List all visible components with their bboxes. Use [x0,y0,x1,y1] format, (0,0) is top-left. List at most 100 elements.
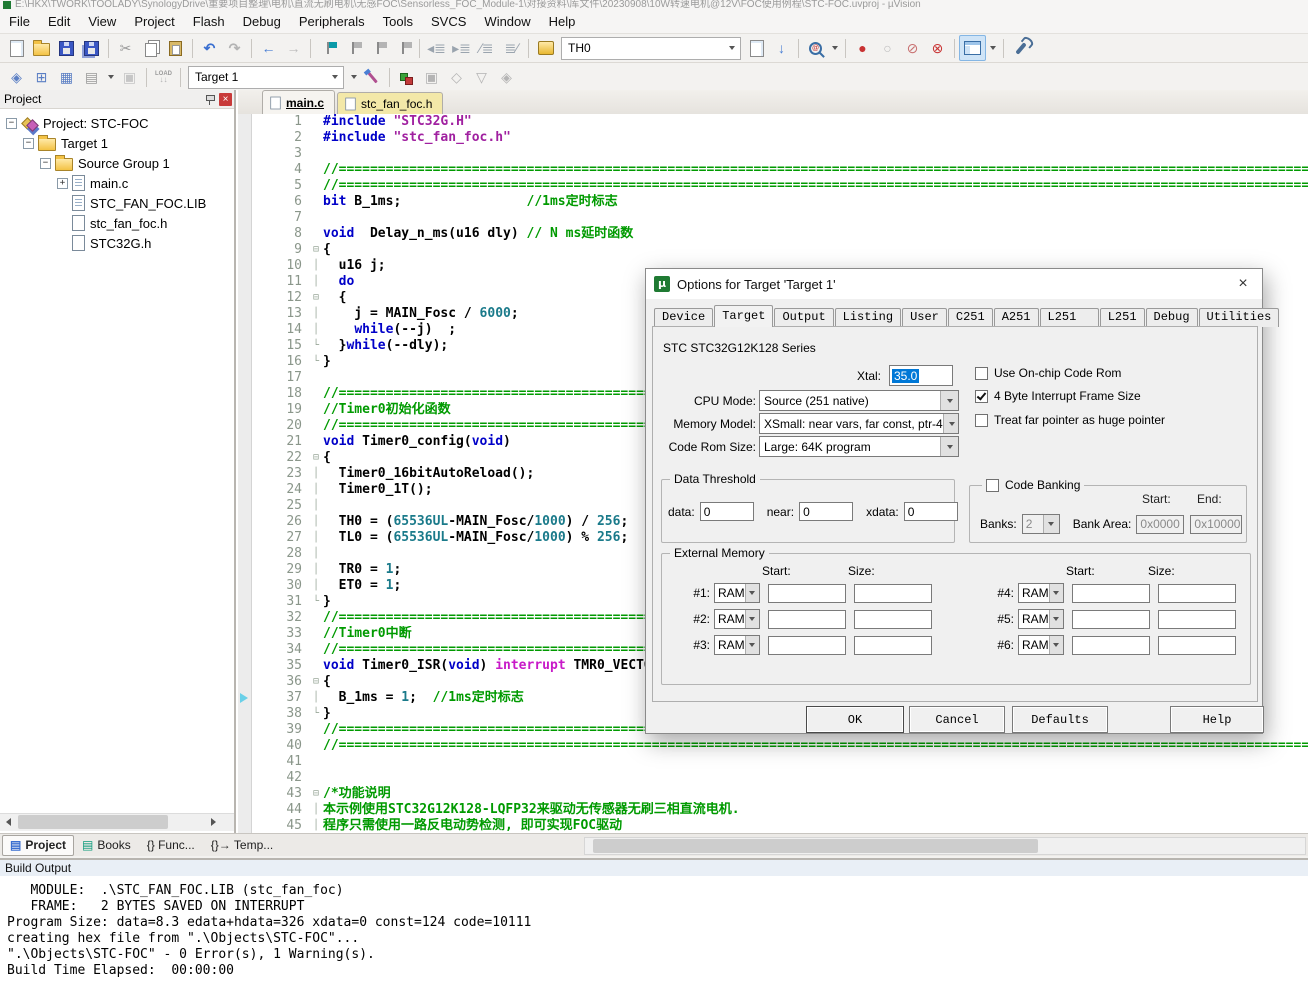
manage-project-items-icon[interactable] [394,65,419,89]
chevron-down-icon[interactable] [940,437,958,456]
project-horizontal-scrollbar[interactable] [0,813,234,831]
fold-marker[interactable]: ⊟ [309,674,323,690]
memory-start-input[interactable] [768,610,846,629]
code-text[interactable] [323,146,1308,162]
chevron-down-icon[interactable] [745,636,759,654]
options-for-target-icon[interactable] [360,65,385,89]
dialog-button-cancel[interactable]: Cancel [909,706,1005,733]
close-icon[interactable]: × [219,93,232,106]
disable-breakpoints-icon[interactable]: ⊘ [900,36,925,60]
memory-type-select[interactable]: RAM [714,583,760,603]
navigate-forward-icon[interactable]: → [281,36,306,60]
memory-type-select[interactable]: RAM [1018,609,1064,629]
code-text[interactable]: #include "STC32G.H" [323,114,1308,130]
tree-item-main-c[interactable]: +main.c [0,173,234,193]
menu-window[interactable]: Window [475,10,539,33]
bookmark-toggle-icon[interactable] [315,36,340,60]
checkbox-icon[interactable] [986,479,999,492]
bookmark-next-icon[interactable] [365,36,390,60]
panel-tab-books[interactable]: ▤Books [74,835,139,856]
editor-tab-main-c[interactable]: main.c [262,90,335,114]
translate-icon[interactable]: ◈ [4,65,29,89]
fold-marker[interactable]: ⊟ [309,290,323,306]
scroll-left-icon[interactable] [0,814,17,830]
enable-breakpoint-icon[interactable]: ○ [875,36,900,60]
chevron-down-icon[interactable] [745,610,759,628]
code-text[interactable]: /*功能说明 [323,786,1308,802]
window-cascade-icon[interactable]: ▣ [419,65,444,89]
uncomment-icon[interactable]: ≣∕ [499,36,524,60]
memory-size-input[interactable] [1158,584,1236,603]
checkbox-icon[interactable] [975,414,988,427]
tree-item-target-1[interactable]: −Target 1 [0,133,234,153]
tree-item-stc-fan-foc-h[interactable]: stc_fan_foc.h [0,213,234,233]
configure-breakpoints-icon[interactable] [533,36,558,60]
chevron-down-icon[interactable] [724,38,740,59]
tree-expander[interactable]: − [40,158,51,169]
stop-build-icon[interactable]: ▣ [117,65,142,89]
tree-expander[interactable]: − [23,138,34,149]
chevron-down-icon[interactable] [940,391,958,410]
dialog-tab-l251-locate[interactable]: L251 Locate [1040,308,1099,327]
dialog-button-help[interactable]: Help [1170,706,1264,733]
code-text[interactable]: bit B_1ms; //1ms定时标志 [323,194,1308,210]
code-text[interactable] [323,210,1308,226]
dialog-tab-target[interactable]: Target [714,305,773,327]
scroll-right-icon[interactable] [205,814,222,830]
far-pointer-checkbox[interactable]: Treat far pointer as huge pointer [975,413,1165,427]
tree-expander[interactable]: − [6,118,17,129]
chevron-down-icon[interactable] [1049,610,1063,628]
download-icon[interactable]: LOAD [151,65,176,89]
panel-tab-func[interactable]: {} Func... [139,835,203,856]
redo-icon[interactable]: ↷ [222,36,247,60]
find-in-files-icon[interactable] [803,36,828,60]
code-text[interactable]: 程序只需使用一路反电动势检测, 即可实现FOC驱动 [323,818,1308,833]
checkbox-checked-icon[interactable] [975,390,988,403]
chevron-down-icon[interactable] [1049,584,1063,602]
panel-tab-temp[interactable]: {}→ Temp... [203,835,281,856]
dialog-tab-output[interactable]: Output [774,308,833,327]
panel-tab-project[interactable]: ▤Project [2,835,74,856]
use-onchip-rom-checkbox[interactable]: Use On-chip Code Rom [975,366,1121,380]
memory-model-select[interactable]: XSmall: near vars, far const, ptr-4 [759,413,959,434]
interrupt-frame-checkbox[interactable]: 4 Byte Interrupt Frame Size [975,389,1141,403]
batch-build-dropdown[interactable] [104,66,117,88]
dialog-close-icon[interactable]: × [1232,275,1254,293]
chevron-down-icon[interactable] [327,67,343,88]
tree-item-project-stc-foc[interactable]: −Project: STC-FOC [0,113,234,133]
fold-marker[interactable]: ⊟ [309,786,323,802]
dialog-tab-device[interactable]: Device [654,308,713,327]
menu-help[interactable]: Help [540,10,585,33]
component-viewer-icon[interactable]: ◇ [444,65,469,89]
tree-item-stc32g-h[interactable]: STC32G.h [0,233,234,253]
dialog-tab-user[interactable]: User [902,308,947,327]
tree-item-stc-fan-foc-lib[interactable]: STC_FAN_FOC.LIB [0,193,234,213]
bank-area-start-input[interactable]: 0x0000 [1136,515,1184,534]
build-output-header[interactable]: Build Output [0,858,1308,876]
editor-tab-stc-fan-foc-h[interactable]: stc_fan_foc.h [337,92,443,114]
window-layout-dropdown[interactable] [986,37,999,59]
find-next-icon[interactable]: ↓ [769,36,794,60]
bookmark-clear-icon[interactable] [390,36,415,60]
dialog-button-defaults[interactable]: Defaults [1012,706,1108,733]
threshold-near-input[interactable]: 0 [799,502,853,521]
build-icon[interactable]: ⊞ [29,65,54,89]
menu-file[interactable]: File [0,10,39,33]
watch-expression-combo[interactable]: TH0 [561,37,741,60]
new-file-icon[interactable] [4,36,29,60]
cpu-mode-select[interactable]: Source (251 native) [759,390,959,411]
bank-area-end-input[interactable]: 0x10000 [1190,515,1242,534]
dialog-tab-l251-misc[interactable]: L251 Misc [1100,308,1145,327]
save-all-icon[interactable] [79,36,104,60]
code-text[interactable] [323,770,1308,786]
tree-expander[interactable]: + [57,178,68,189]
navigate-back-icon[interactable]: ← [256,36,281,60]
indent-icon[interactable]: ▸≣ [449,36,474,60]
unindent-icon[interactable]: ◂≣ [424,36,449,60]
code-rom-select[interactable]: Large: 64K program [759,436,959,457]
dialog-button-ok[interactable]: OK [806,706,904,733]
fold-marker[interactable]: ⊟ [309,242,323,258]
menu-svcs[interactable]: SVCS [422,10,475,33]
code-text[interactable]: 本示例使用STC32G12K128-LQFP32来驱动无传感器无刷三相直流电机. [323,802,1308,818]
pack-installer-icon[interactable]: ◈ [494,65,519,89]
